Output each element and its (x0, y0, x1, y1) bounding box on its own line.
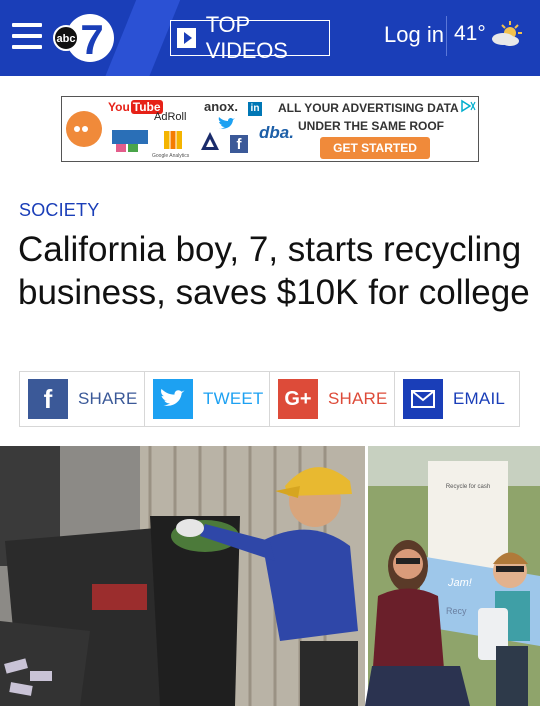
logo-number: 7 (80, 16, 103, 63)
article-title: California boy, 7, starts recycling busi… (18, 230, 530, 312)
ad-headline-line2: UNDER THE SAME ROOF (298, 119, 445, 133)
puzzle-logo-2 (128, 144, 138, 152)
twitter-bird-icon (218, 117, 235, 129)
photo-sign-text: Recycle for cash (446, 484, 490, 490)
ad-logo-circle-icon (66, 111, 102, 147)
ad-adroll-logo: AdRoll (154, 111, 187, 123)
google-plus-share-button[interactable]: G+ SHARE (270, 372, 395, 426)
section-label[interactable]: SOCIETY (19, 200, 99, 221)
linkedin-icon: in (248, 102, 262, 116)
top-videos-label: TOP VIDEOS (205, 12, 288, 63)
share-bar: f SHARE TWEET G+ SHARE EMAIL (19, 371, 520, 427)
email-share-label: EMAIL (453, 389, 506, 408)
header-divider (446, 16, 447, 56)
google-plus-icon: G+ (278, 379, 318, 419)
top-videos-button[interactable]: TOP VIDEOS (170, 12, 330, 63)
analytics-bars-icon (164, 131, 182, 149)
email-share-button[interactable]: EMAIL (395, 372, 519, 426)
twitter-share-button[interactable]: TWEET (145, 372, 270, 426)
play-icon (177, 28, 196, 48)
mediamath-logo (112, 130, 148, 144)
login-link[interactable]: Log in (384, 22, 444, 48)
ad-dba-logo: dba. (259, 123, 294, 142)
temperature[interactable]: 41° (454, 22, 486, 46)
facebook-share-button[interactable]: f SHARE (20, 372, 145, 426)
photo-bag-text: Jam! (447, 577, 472, 589)
google-plus-share-label: SHARE (328, 389, 388, 408)
facebook-small-icon: f (230, 135, 248, 153)
ad-choices-icon[interactable] (460, 99, 476, 113)
ad-anox-logo: anox. (204, 99, 238, 114)
twitter-share-label: TWEET (203, 389, 264, 408)
article-lead-image[interactable]: Recycle for cash Jam! Recy (0, 446, 540, 706)
facebook-share-label: SHARE (78, 389, 138, 408)
abc7-logo[interactable]: abc 7 (52, 12, 116, 64)
ad-triangle-logo (201, 132, 219, 150)
facebook-icon: f (28, 379, 68, 419)
top-nav-bar: abc 7 TOP VIDEOS Log in 41° (0, 0, 540, 76)
partly-cloudy-icon[interactable] (488, 19, 524, 49)
ad-small-caption: Google Analytics (152, 153, 190, 159)
advertisement-banner[interactable]: You Tube AdRoll anox. in dba. f Google An… (61, 96, 479, 162)
puzzle-logo (116, 144, 126, 152)
hamburger-menu-icon[interactable] (12, 23, 42, 49)
ad-headline-line1: ALL YOUR ADVERTISING DATA (278, 101, 459, 115)
email-icon (403, 379, 443, 419)
photo-banner-text: Recy (446, 606, 467, 616)
twitter-icon (153, 379, 193, 419)
ad-get-started-button[interactable]: GET STARTED (320, 137, 430, 159)
logo-abc-text: abc (57, 33, 76, 45)
